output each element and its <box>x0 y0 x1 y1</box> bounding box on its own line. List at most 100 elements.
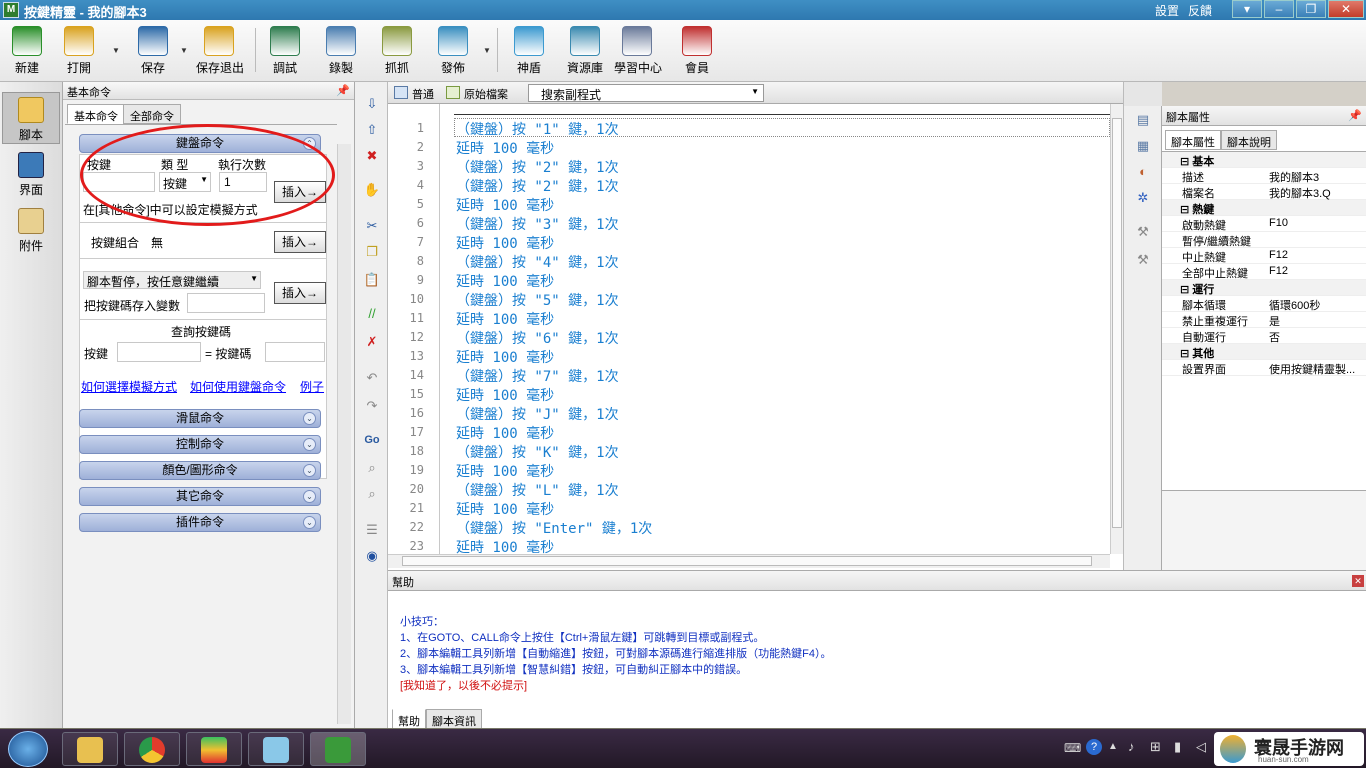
property-value[interactable]: F12 <box>1269 249 1364 261</box>
scroll-thumb[interactable] <box>402 556 1092 566</box>
help-tray-icon[interactable]: ? <box>1086 739 1102 755</box>
dismiss-tips-link[interactable]: [我知道了，以後不必提示] <box>400 677 527 693</box>
code-line[interactable]: （鍵盤）按 "2" 鍵，1次 <box>456 176 619 196</box>
restore-icon[interactable]: ❐ <box>1296 0 1326 18</box>
tray-expand-icon[interactable]: ▲ <box>1108 741 1118 752</box>
list-icon[interactable]: ☰ <box>363 522 381 538</box>
insert-combo-button[interactable]: 插入→ <box>274 231 326 253</box>
mouse-command-section[interactable]: 滑鼠命令 ⌄ <box>79 409 321 428</box>
tab-script-description[interactable]: 腳本說明 <box>1221 130 1277 150</box>
toolbar-button-7[interactable]: 發佈 <box>430 26 476 76</box>
publish-dropdown-arrow-icon[interactable]: ▼ <box>483 46 491 55</box>
code-line[interactable]: 延時 100 毫秒 <box>456 271 554 291</box>
code-line[interactable]: （鍵盤）按 "J" 鍵，1次 <box>456 404 619 424</box>
toolbar-button-2[interactable]: 保存 <box>130 26 176 76</box>
feedback-link[interactable]: 反饋 <box>1188 2 1212 19</box>
tab-script-info[interactable]: 腳本資訊 <box>426 709 482 729</box>
plugin-command-section[interactable]: 插件命令 ⌄ <box>79 513 321 532</box>
expand-icon[interactable]: ⌄ <box>303 438 316 451</box>
tool-remove-icon[interactable]: ⚒ <box>1134 252 1152 268</box>
code-line[interactable]: 延時 100 毫秒 <box>456 385 554 405</box>
cut-icon[interactable]: ✂ <box>363 218 381 234</box>
code-line[interactable]: （鍵盤）按 "6" 鍵，1次 <box>456 328 619 348</box>
calculator-icon[interactable]: ▦ <box>1134 138 1152 154</box>
comment-icon[interactable]: // <box>363 306 381 322</box>
toolbar-button-6[interactable]: 抓抓 <box>374 26 420 76</box>
expand-icon[interactable]: ⌄ <box>303 516 316 529</box>
key-var-input[interactable] <box>187 293 265 313</box>
code-line[interactable]: （鍵盤）按 "4" 鍵，1次 <box>456 252 619 272</box>
volume-tray-icon[interactable]: ◁ <box>1196 739 1206 755</box>
code-line[interactable]: 延時 100 毫秒 <box>456 423 554 443</box>
script-info-icon[interactable]: ▤ <box>1134 112 1152 128</box>
pause-select[interactable]: 腳本暫停，按任意鍵繼續 ▼ <box>83 271 261 289</box>
property-row[interactable]: 描述 我的腳本3 <box>1162 168 1366 184</box>
property-value[interactable]: 我的腳本3 <box>1269 169 1364 185</box>
tool-add-icon[interactable]: ⚒ <box>1134 224 1152 240</box>
property-value[interactable]: 循環600秒 <box>1269 297 1364 313</box>
toolbar-button-4[interactable]: 調試 <box>262 26 308 76</box>
pin-icon[interactable]: 📌 <box>336 84 350 97</box>
tab-basic-commands[interactable]: 基本命令 <box>67 104 125 124</box>
editor-horizontal-scrollbar[interactable] <box>388 554 1110 568</box>
how-choose-sim-link[interactable]: 如何選擇模擬方式 <box>81 378 177 395</box>
copy-icon[interactable]: ❐ <box>363 244 381 260</box>
property-value[interactable]: 使用按鍵精靈製... <box>1269 361 1364 377</box>
move-down-icon[interactable]: ⇩ <box>363 96 381 112</box>
property-row[interactable]: 檔案名 我的腳本3.Q <box>1162 184 1366 200</box>
goto-icon[interactable]: Go <box>363 432 381 448</box>
start-button[interactable] <box>8 731 48 767</box>
nav-attachment[interactable]: 附件 <box>2 204 60 256</box>
nav-ui[interactable]: 界面 <box>2 148 60 200</box>
save-dropdown-arrow-icon[interactable]: ▼ <box>180 46 188 55</box>
taskbar-keymacro[interactable] <box>310 732 366 766</box>
expand-icon[interactable]: ⌄ <box>303 490 316 503</box>
find-next-icon[interactable]: ⌕ <box>363 486 381 502</box>
property-row[interactable]: 全部中止熱鍵 F12 <box>1162 264 1366 280</box>
property-value[interactable]: 是 <box>1269 313 1364 329</box>
toolbar-button-0[interactable]: 新建 <box>4 26 50 76</box>
code-line[interactable]: 延時 100 毫秒 <box>456 309 554 329</box>
delete-icon[interactable]: ✖ <box>363 148 381 164</box>
code-area[interactable]: （鍵盤）按 "1" 鍵，1次 延時 100 毫秒 （鍵盤）按 "2" 鍵，1次 （鍵盤… <box>440 104 1110 554</box>
find-icon[interactable]: ⌕ <box>363 460 381 476</box>
expand-icon[interactable]: ⌄ <box>303 412 316 425</box>
query-key-input[interactable] <box>117 342 201 362</box>
toolbar-button-1[interactable]: 打開 <box>56 26 102 76</box>
toolbar-button-9[interactable]: 資源庫 <box>562 26 608 76</box>
open-dropdown-arrow-icon[interactable]: ▼ <box>112 46 120 55</box>
property-row[interactable]: 中止熱鍵 F12 <box>1162 248 1366 264</box>
key-combo-input[interactable]: 無 <box>147 231 267 251</box>
close-icon[interactable]: ✕ <box>1352 575 1364 587</box>
property-row[interactable]: 啟動熱鍵 F10 <box>1162 216 1366 232</box>
property-value[interactable]: F10 <box>1269 217 1364 229</box>
settings-link[interactable]: 設置 <box>1155 2 1179 19</box>
code-line[interactable]: （鍵盤）按 "7" 鍵，1次 <box>456 366 619 386</box>
search-subroutine-select[interactable]: 搜索副程式 ▼ <box>528 84 764 102</box>
taskbar-explorer[interactable] <box>62 732 118 766</box>
network-tray-icon[interactable]: ▮ <box>1174 739 1181 755</box>
code-line[interactable]: 延時 100 毫秒 <box>456 499 554 519</box>
code-line[interactable]: 延時 100 毫秒 <box>456 233 554 253</box>
taskbar-app[interactable] <box>248 732 304 766</box>
code-line[interactable]: （鍵盤）按 "2" 鍵，1次 <box>456 157 619 177</box>
tab-script-properties[interactable]: 腳本屬性 <box>1165 130 1221 150</box>
paste-icon[interactable]: 📋 <box>363 272 381 288</box>
property-value[interactable]: F12 <box>1269 265 1364 277</box>
uncomment-icon[interactable]: ✗ <box>363 334 381 350</box>
tab-all-commands[interactable]: 全部命令 <box>123 104 181 124</box>
close-icon[interactable]: ✕ <box>1328 0 1364 18</box>
control-command-section[interactable]: 控制命令 ⌄ <box>79 435 321 454</box>
property-row[interactable]: 設置界面 使用按鍵精靈製... <box>1162 360 1366 376</box>
scroll-thumb[interactable] <box>1112 118 1122 528</box>
tab-help[interactable]: 幫助 <box>392 709 426 729</box>
property-row[interactable]: 暫停/繼續熱鍵 <box>1162 232 1366 248</box>
undo-icon[interactable]: ↶ <box>363 370 381 386</box>
code-line[interactable]: （鍵盤）按 "3" 鍵，1次 <box>456 214 619 234</box>
property-category[interactable]: ⊟ 其他 <box>1162 344 1366 360</box>
code-line[interactable]: 延時 100 毫秒 <box>456 461 554 481</box>
property-row[interactable]: 禁止重複運行 是 <box>1162 312 1366 328</box>
command-panel-scrollbar[interactable] <box>337 144 351 724</box>
property-row[interactable]: 腳本循環 循環600秒 <box>1162 296 1366 312</box>
code-line[interactable]: （鍵盤）按 "5" 鍵，1次 <box>456 290 619 310</box>
